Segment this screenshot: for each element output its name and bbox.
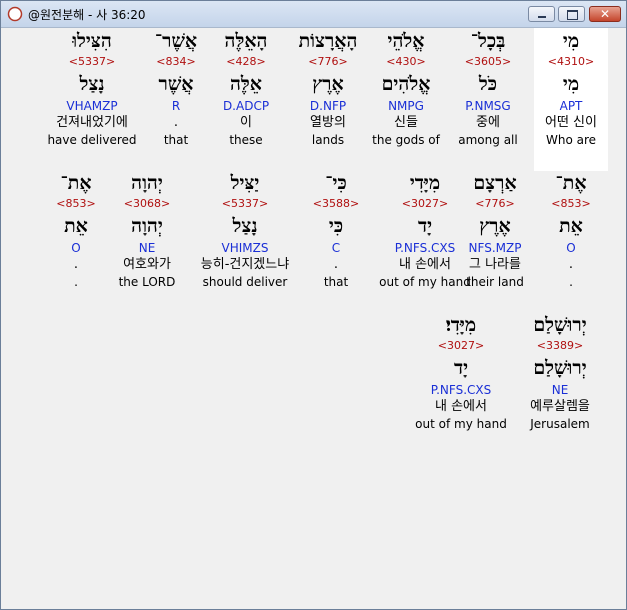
english-gloss: out of my hand [379,275,471,289]
interlinear-content: מִי <4310> מִי APT 어떤 신이 Who are בְּכָל־ <3605>… [9,28,620,603]
strong-number: <5337> [68,55,116,68]
korean-gloss: 중에 [476,115,500,130]
korean-gloss: 예루살렘을 [530,399,590,414]
close-button[interactable]: ✕ [589,6,621,22]
hebrew-lexeme: כֹּל [478,73,498,95]
english-gloss: that [163,133,189,147]
word-cell[interactable]: מִיָּדִי׃ <3027> יָד P.NFS.CXS 내 손에서 out of m… [413,312,509,432]
korean-gloss: . [333,257,339,272]
hebrew-word: בְּכָל־ [470,30,506,52]
title-bar[interactable]: @원전분해 - 사 36:20 ✕ [1,1,626,28]
word-cell[interactable]: אֲשֶׁר־ <834> אֲשֶׁר R. that [128,28,224,148]
morphology-code: APT [559,99,583,113]
korean-gloss: 건져내었기에 [56,115,128,130]
morphology-code: D.NFP [309,99,347,113]
hebrew-lexeme: מִי [562,73,580,95]
morphology-code: R [171,99,181,113]
maximize-icon [559,7,584,21]
hebrew-lexeme: אֶרֶץ [312,73,344,95]
hebrew-lexeme: יָד [417,215,433,237]
morphology-code: P.NMSG [465,99,511,113]
hebrew-lexeme: נָצַל [79,73,105,95]
hebrew-word: כִּי־ [325,172,347,194]
hebrew-word: מִי [562,30,580,52]
strong-number: <3389> [536,339,584,352]
strong-number: <3027> [437,339,485,352]
word-cell[interactable]: מִיָּדִי <3027> יָד P.NFS.CXS 내 손에서 out of my… [377,170,473,290]
hebrew-word: אֶת־ [60,172,92,194]
english-gloss: that [323,275,349,289]
morphology-code: P.NFS.CXS [394,241,456,255]
english-gloss: have delivered [47,133,137,147]
maximize-button[interactable] [558,6,585,22]
app-compass-icon [7,6,23,22]
english-gloss: Jerusalem [530,417,590,431]
hebrew-lexeme: כִּי [328,215,344,237]
hebrew-lexeme: נָצַל [232,215,258,237]
hebrew-word: מִיָּדִי׃ [445,314,477,336]
english-gloss: . [74,275,78,289]
korean-gloss: . [73,257,79,272]
korean-gloss: . [173,115,179,130]
word-cell[interactable]: הִצִּילוּ <5337> נָצַל VHAMZP 건져내었기에 have del… [44,28,140,148]
hebrew-word: יַצִּיל [230,172,260,194]
hebrew-word: הָאֲרָצוֹת [298,30,358,52]
english-gloss: among all [458,133,518,147]
strong-number: <853> [56,197,96,210]
morphology-code: C [331,241,341,255]
english-gloss: should deliver [202,275,288,289]
hebrew-lexeme: יְרוּשָׁלַם [533,357,587,379]
word-cell[interactable]: כִּי־ <3588> כִּי C. that [288,170,384,290]
word-cell[interactable]: אֶת־ <853> אֵת O.. [28,170,124,290]
hebrew-word: יְרוּשָׁלַם [533,314,587,336]
strong-number: <3027> [401,197,449,210]
strong-number: <4310> [547,55,595,68]
minimize-icon [529,7,554,21]
english-gloss: out of my hand [415,417,507,431]
strong-number: <834> [156,55,196,68]
hebrew-lexeme: אֲשֶׁר [158,73,194,95]
korean-gloss: 내 손에서 [435,399,487,414]
strong-number: <3605> [464,55,512,68]
korean-gloss: 열방의 [310,115,346,130]
word-cell[interactable]: יַצִּיל <5337> נָצַל VHIMZS 능히-건지겠느냐 should d… [197,170,293,290]
hebrew-word: מִיָּדִי [409,172,441,194]
english-gloss: Who are [545,133,597,147]
morphology-code: VHAMZP [66,99,118,113]
hebrew-lexeme: יָד [453,357,469,379]
strong-number: <776> [308,55,348,68]
word-cell[interactable]: בְּכָל־ <3605> כֹּל P.NMSG 중에 among all [440,28,536,148]
strong-number: <3588> [312,197,360,210]
interlinear-window: @원전분해 - 사 36:20 ✕ מִי <4310> מִי APT 어떤 신이 Wh… [0,0,627,610]
morphology-code: O [71,241,81,255]
window-title: @원전분해 - 사 36:20 [28,8,146,22]
word-cell[interactable]: מִי <4310> מִי APT 어떤 신이 Who are [523,28,619,148]
korean-gloss: 내 손에서 [399,257,451,272]
close-icon: ✕ [599,7,611,21]
word-cell[interactable]: הָאֲרָצוֹת <776> אֶרֶץ D.NFP 열방의 lands [280,28,376,148]
korean-gloss: 어떤 신이 [545,115,597,130]
morphology-code: VHIMZS [221,241,269,255]
english-gloss: lands [311,133,345,147]
morphology-code: P.NFS.CXS [430,383,492,397]
hebrew-word: הִצִּילוּ [72,30,112,52]
word-cell[interactable]: יְרוּשָׁלַם <3389> יְרוּשָׁלַם NE 예루살렘을 Jerus… [512,312,608,432]
hebrew-lexeme: אֵת [64,215,88,237]
hebrew-word: אֲשֶׁר־ [154,30,198,52]
korean-gloss: 능히-건지겠느냐 [200,257,290,272]
strong-number: <5337> [221,197,269,210]
minimize-button[interactable] [528,6,555,22]
morphology-code: NE [551,383,569,397]
